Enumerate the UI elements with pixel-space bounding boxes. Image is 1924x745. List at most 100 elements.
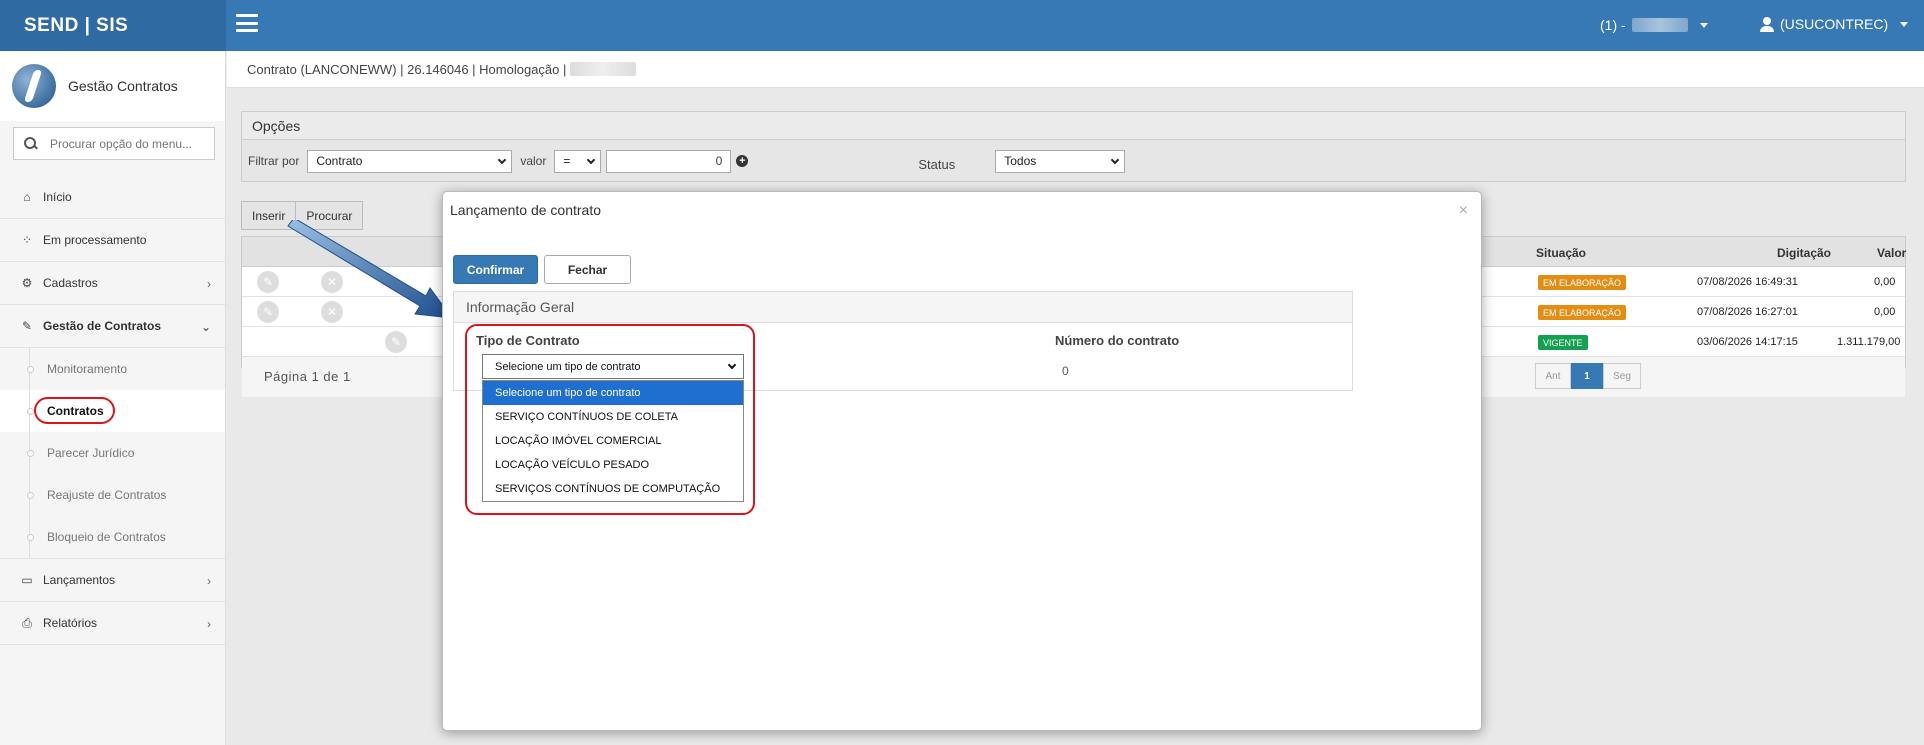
add-filter-icon[interactable]: + <box>736 155 749 167</box>
submenu-item-label: Reajuste de Contratos <box>47 488 167 502</box>
contract-launch-modal: Lançamento de contrato × Confirmar Fecha… <box>442 191 1482 731</box>
submenu-item-bloqueio-contratos[interactable]: Bloqueio de Contratos <box>0 516 225 558</box>
status-select[interactable]: Todos <box>995 149 1126 173</box>
top-navbar: SEND | SIS (1) - (USUCONTREC) <box>0 0 1924 51</box>
menu-search-input[interactable] <box>50 136 210 151</box>
company-name-redacted <box>1631 18 1688 32</box>
status-badge: VIGENTE <box>1538 335 1588 350</box>
sidebar-item-gestao-contratos[interactable]: ✎ Gestão de Contratos ⌄ <box>0 305 225 348</box>
sidebar-item-em-processamento[interactable]: ⁘ Em processamento <box>0 219 225 262</box>
close-button[interactable]: Fechar <box>544 255 631 284</box>
app-logo-icon <box>12 64 56 108</box>
general-info-title: Informação Geral <box>454 292 1352 323</box>
edit-icon[interactable]: ✎ <box>385 331 407 353</box>
filter-bar: Filtrar por Contrato valor = 0 + Status … <box>242 140 1905 182</box>
sidebar-item-label: Cadastros <box>43 276 98 290</box>
contract-number-value: 0 <box>1062 364 1069 378</box>
status-value: Todos <box>1004 154 1037 168</box>
breadcrumb-text: Contrato (LANCONEWW) | 26.146046 | Homol… <box>247 61 567 77</box>
confirm-button[interactable]: Confirmar <box>453 255 538 284</box>
laptop-icon: ▭ <box>21 573 33 587</box>
chevron-down-icon <box>1110 155 1120 164</box>
highlight-circle <box>34 397 115 424</box>
sidebar: Gestão Contratos ⌂ Início ⁘ Em processam… <box>0 51 226 745</box>
chevron-right-icon: › <box>207 617 211 631</box>
chevron-down-icon <box>1699 22 1708 28</box>
edit-icon: ✎ <box>21 319 33 333</box>
submenu-item-parecer-juridico[interactable]: Parecer Jurídico <box>0 432 225 474</box>
valor-input[interactable]: 0 <box>606 149 732 173</box>
submenu-item-contratos[interactable]: Contratos <box>0 390 225 432</box>
chevron-down-icon <box>587 155 596 164</box>
pager-text: Página 1 de 1 <box>264 369 351 384</box>
submenu-item-monitoramento[interactable]: Monitoramento <box>0 348 225 390</box>
status-badge: EM ELABORAÇÃO <box>1538 305 1627 320</box>
column-header-valor[interactable]: Valor <box>1877 246 1906 260</box>
edit-icon[interactable]: ✎ <box>257 301 279 323</box>
company-prefix: (1) - <box>1600 17 1626 33</box>
sidebar-item-label: Gestão de Contratos <box>43 319 162 333</box>
user-icon <box>1760 16 1774 32</box>
sidebar-item-lancamentos[interactable]: ▭ Lançamentos › <box>0 559 225 602</box>
modal-title: Lançamento de contrato <box>450 202 601 218</box>
options-panel: Opções Filtrar por Contrato valor = 0 + … <box>241 111 1906 182</box>
sidebar-item-label: Início <box>43 190 72 204</box>
chevron-down-icon <box>498 155 507 164</box>
cell-valor: 1.311.179,00 <box>1837 336 1901 348</box>
chevron-right-icon: › <box>207 277 211 291</box>
menu-search-box[interactable] <box>13 127 215 160</box>
submenu-item-label: Bloqueio de Contratos <box>47 530 166 544</box>
pager-next-button[interactable]: Seg <box>1603 363 1641 389</box>
brand-logo-text[interactable]: SEND | SIS <box>0 0 226 51</box>
company-selector[interactable]: (1) - <box>1600 17 1708 33</box>
cell-digitacao: 07/08/2026 16:27:01 <box>1697 306 1798 318</box>
cell-valor: 0,00 <box>1874 276 1896 288</box>
redacted-text <box>570 62 637 76</box>
sidebar-title: Gestão Contratos <box>68 78 178 94</box>
pager-prev-button[interactable]: Ant <box>1535 363 1571 389</box>
contract-number-label: Número do contrato <box>1055 333 1180 348</box>
cell-valor: 0,00 <box>1874 306 1896 318</box>
edit-icon[interactable]: ✎ <box>257 271 279 293</box>
sidebar-item-cadastros[interactable]: ⚙ Cadastros › <box>0 262 225 305</box>
spinner-icon: ⁘ <box>21 233 33 247</box>
search-icon <box>24 136 38 151</box>
home-icon: ⌂ <box>23 190 31 204</box>
sidebar-item-label: Relatórios <box>43 616 98 630</box>
sidebar-item-relatorios[interactable]: ⎙ Relatórios › <box>0 602 225 645</box>
submenu-item-label: Parecer Jurídico <box>47 446 135 460</box>
status-badge: EM ELABORAÇÃO <box>1538 275 1627 290</box>
hamburger-menu-icon[interactable] <box>236 14 258 32</box>
user-name: (USUCONTREC) <box>1780 16 1889 32</box>
column-header-situacao[interactable]: Situação <box>1536 246 1586 260</box>
sidebar-menu: ⌂ Início ⁘ Em processamento ⚙ Cadastros … <box>0 176 225 645</box>
sidebar-item-label: Lançamentos <box>43 573 116 587</box>
valor-label: valor <box>520 154 547 168</box>
filter-label: Filtrar por <box>248 154 300 168</box>
highlight-box <box>465 324 755 515</box>
operator-select[interactable]: = <box>554 149 602 173</box>
status-label: Status <box>918 156 956 172</box>
close-icon[interactable]: × <box>1459 202 1468 220</box>
submenu-gestao-contratos: Monitoramento Contratos Parecer Jurídico… <box>0 348 225 559</box>
submenu-item-reajuste-contratos[interactable]: Reajuste de Contratos <box>0 474 225 516</box>
operator-value: = <box>563 154 571 168</box>
breadcrumb: Contrato (LANCONEWW) | 26.146046 | Homol… <box>227 51 1924 88</box>
chevron-right-icon: › <box>207 574 211 588</box>
sidebar-header: Gestão Contratos <box>0 51 225 121</box>
cogs-icon: ⚙ <box>21 276 33 290</box>
pager-page-button[interactable]: 1 <box>1571 363 1603 389</box>
column-header-digitacao[interactable]: Digitação <box>1777 246 1831 260</box>
chevron-down-icon <box>1900 21 1909 27</box>
annotation-arrow <box>287 220 454 319</box>
cell-digitacao: 07/08/2026 16:49:31 <box>1697 276 1798 288</box>
filter-field-value: Contrato <box>316 154 363 168</box>
valor-input-value: 0 <box>715 154 723 168</box>
print-icon: ⎙ <box>22 615 32 630</box>
filter-field-select[interactable]: Contrato <box>307 149 513 173</box>
user-menu[interactable]: (USUCONTREC) <box>1760 16 1909 32</box>
sidebar-item-inicio[interactable]: ⌂ Início <box>0 176 225 219</box>
cell-digitacao: 03/06/2026 14:17:15 <box>1697 336 1798 348</box>
chevron-down-icon: ⌄ <box>200 320 211 334</box>
pager-buttons: Ant 1 Seg <box>1535 363 1641 389</box>
